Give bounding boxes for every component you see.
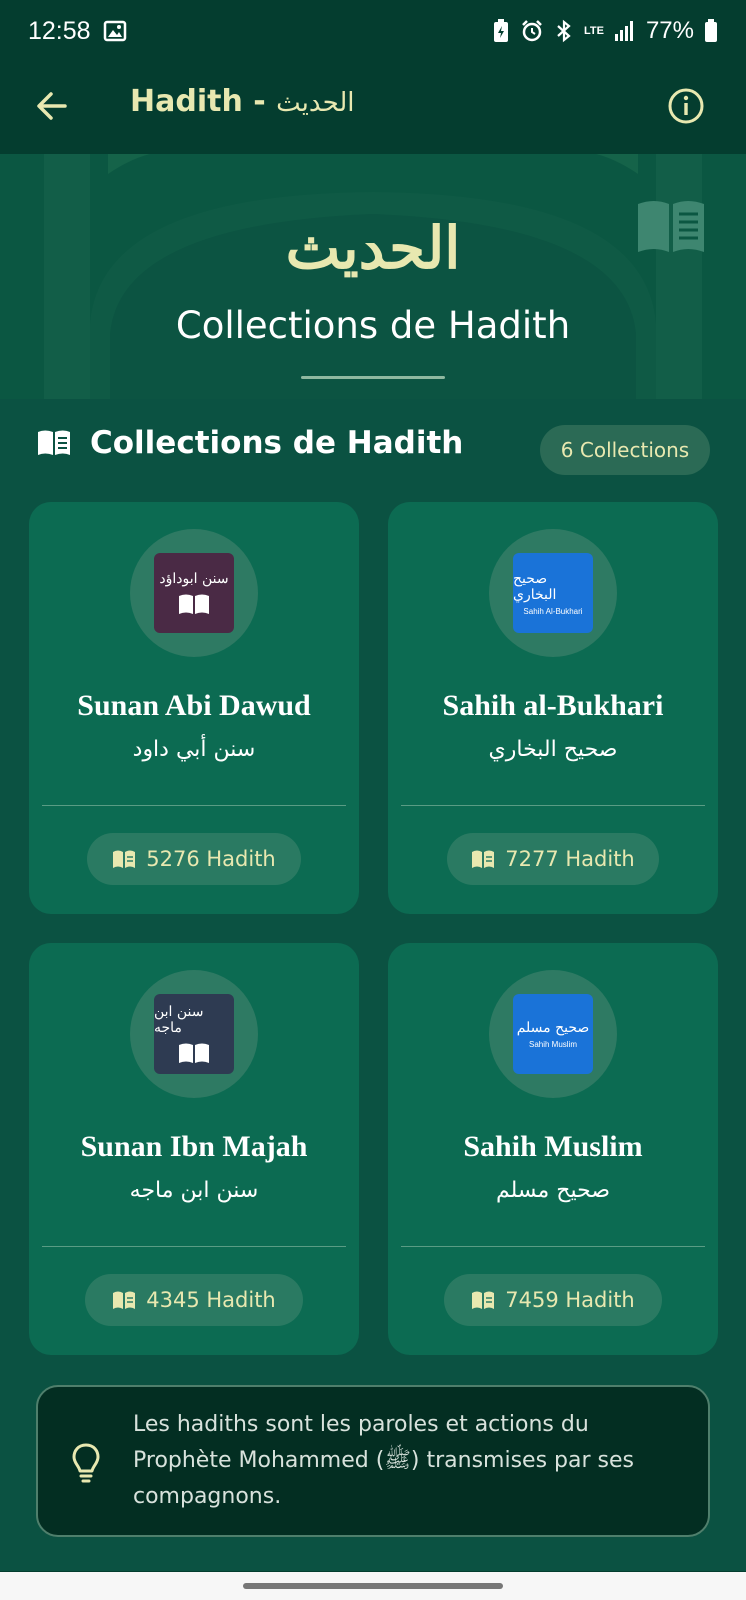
collection-card-sahih-al-bukhari[interactable]: صحيح البخاري Sahih Al-Bukhari Sahih al-B…: [388, 502, 718, 914]
lte-label: LTE: [583, 25, 604, 37]
collection-logo: صحيح البخاري Sahih Al-Bukhari: [489, 529, 617, 657]
book-icon: [179, 594, 209, 614]
hadith-count: 4345 Hadith: [146, 1288, 276, 1312]
card-divider: [401, 805, 705, 806]
collection-name-arabic: صحيح البخاري: [488, 737, 618, 762]
collection-logo: صحيح مسلم Sahih Muslim: [489, 970, 617, 1098]
collection-card-sunan-abi-dawud[interactable]: سنن ابوداؤد Sunan Abi Dawud سنن أبي داود…: [29, 502, 359, 914]
logo-arabic: صحيح مسلم: [516, 1019, 590, 1036]
collection-card-sunan-ibn-majah[interactable]: سنن ابن ماجه Sunan Ibn Majah سنن ابن ماج…: [29, 943, 359, 1355]
logo-english: Sahih Muslim: [528, 1039, 577, 1049]
info-button[interactable]: [664, 84, 708, 128]
collections-count-badge: 6 Collections: [540, 425, 710, 475]
collection-name-arabic: سنن ابن ماجه: [129, 1178, 259, 1203]
info-icon: [668, 88, 704, 124]
app-bar: Hadith - الحديث: [0, 62, 746, 154]
hadith-count: 7277 Hadith: [505, 847, 635, 871]
book-icon: [179, 1043, 209, 1063]
hadith-count-badge: 4345 Hadith: [85, 1274, 303, 1326]
page-title: Hadith - الحديث: [130, 84, 355, 119]
card-divider: [401, 1246, 705, 1247]
lightbulb-icon: [71, 1442, 101, 1488]
info-text: Les hadiths sont les paroles et actions …: [133, 1412, 634, 1509]
hadith-count-badge: 5276 Hadith: [87, 833, 301, 885]
book-small-icon: [113, 1291, 136, 1309]
battery-icon: [704, 19, 718, 43]
hadith-count-badge: 7459 Hadith: [444, 1274, 662, 1326]
lte-icon: LTE: [583, 25, 604, 37]
page-title-en: Hadith -: [130, 84, 277, 119]
card-divider: [42, 1246, 346, 1247]
collection-name: Sunan Ibn Majah: [80, 1130, 308, 1163]
gallery-icon: [103, 19, 127, 43]
book-small-icon: [472, 850, 495, 868]
back-button[interactable]: [30, 84, 74, 128]
hero-subtitle: Collections de Hadith: [175, 304, 571, 347]
section-title: Collections de Hadith: [90, 425, 464, 461]
collection-logo: سنن ابوداؤد: [130, 529, 258, 657]
section-header: Collections de Hadith: [36, 425, 463, 461]
hero-divider: [301, 376, 445, 379]
collection-card-sahih-muslim[interactable]: صحيح مسلم Sahih Muslim Sahih Muslim صحيح…: [388, 943, 718, 1355]
book-small-icon: [472, 1291, 495, 1309]
collection-name-arabic: سنن أبي داود: [132, 737, 256, 762]
collection-name: Sahih Muslim: [463, 1130, 643, 1163]
hadith-count: 5276 Hadith: [146, 847, 276, 871]
card-divider: [42, 805, 346, 806]
hero-arabic-title: الحديث: [285, 214, 461, 282]
logo-english: Sahih Al-Bukhari: [523, 606, 583, 616]
hadith-count: 7459 Hadith: [505, 1288, 635, 1312]
status-time: 12:58: [28, 16, 91, 45]
book-small-icon: [113, 850, 136, 868]
battery-saver-icon: [492, 19, 510, 43]
hadith-count-badge: 7277 Hadith: [447, 833, 659, 885]
logo-arabic: سنن ابوداؤد: [159, 571, 229, 587]
open-book-icon: [38, 430, 70, 455]
hero-banner: الحديث Collections de Hadith: [0, 154, 746, 399]
alarm-icon: [520, 19, 544, 43]
bluetooth-icon: [554, 19, 574, 43]
arrow-left-icon: [37, 92, 67, 120]
collection-logo-tile: سنن ابوداؤد: [154, 553, 234, 633]
page-title-ar: الحديث: [276, 88, 355, 118]
status-bar: 12:58 LTE 77%: [0, 0, 746, 62]
logo-arabic: صحيح البخاري: [513, 570, 557, 603]
signal-icon: [614, 20, 636, 42]
collection-logo-tile: صحيح البخاري Sahih Al-Bukhari: [513, 553, 593, 633]
home-gesture-handle[interactable]: [243, 1583, 503, 1589]
logo-arabic: سنن ابن ماجه: [154, 1004, 204, 1036]
collection-logo-tile: صحيح مسلم Sahih Muslim: [513, 994, 593, 1074]
info-box: Les hadiths sont les paroles et actions …: [36, 1385, 710, 1537]
battery-percent: 77%: [645, 17, 694, 44]
collection-logo-tile: سنن ابن ماجه: [154, 994, 234, 1074]
collection-name: Sunan Abi Dawud: [77, 689, 311, 722]
collection-name: Sahih al-Bukhari: [442, 689, 664, 722]
collection-name-arabic: صحيح مسلم: [495, 1178, 611, 1203]
collection-logo: سنن ابن ماجه: [130, 970, 258, 1098]
